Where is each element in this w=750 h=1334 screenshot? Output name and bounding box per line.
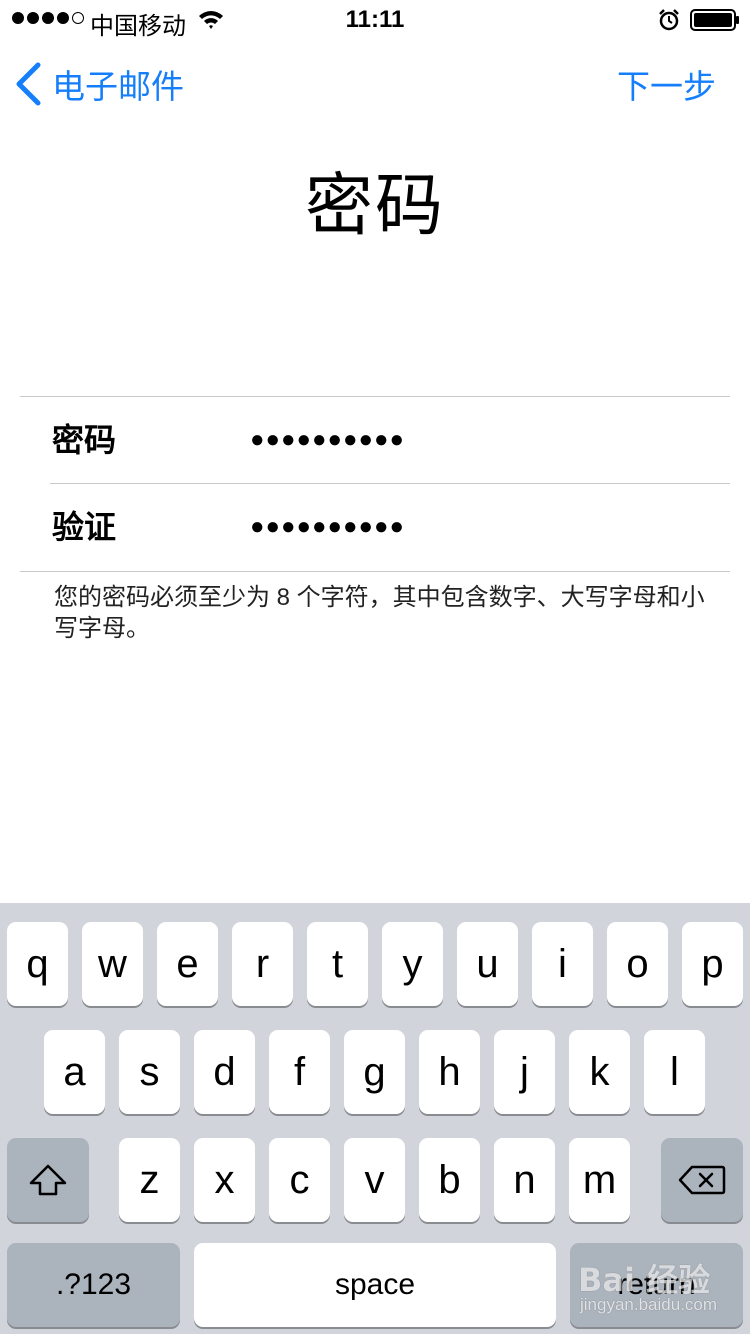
password-field[interactable]: ●●●●●●●●●● xyxy=(250,397,405,483)
key-w[interactable]: w xyxy=(82,922,143,1006)
password-row[interactable]: 密码 ●●●●●●●●●● xyxy=(0,397,750,483)
chevron-left-icon xyxy=(16,62,41,106)
key-f[interactable]: f xyxy=(269,1030,330,1114)
divider xyxy=(20,571,730,572)
back-button-label: 电子邮件 xyxy=(52,68,184,105)
key-p[interactable]: p xyxy=(682,922,743,1006)
key-j[interactable]: j xyxy=(494,1030,555,1114)
key-o[interactable]: o xyxy=(607,922,668,1006)
return-key[interactable]: return xyxy=(570,1243,743,1327)
key-k[interactable]: k xyxy=(569,1030,630,1114)
next-button[interactable]: 下一步 xyxy=(617,60,716,108)
alarm-icon xyxy=(659,9,679,31)
status-time: 11:11 xyxy=(345,6,405,33)
verify-label: 验证 xyxy=(52,509,117,545)
key-h[interactable]: h xyxy=(419,1030,480,1114)
key-s[interactable]: s xyxy=(119,1030,180,1114)
backspace-icon xyxy=(678,1165,726,1195)
back-button[interactable]: 电子邮件 xyxy=(14,60,184,108)
password-requirements-text: 您的密码必须至少为 8 个字符，其中包含数字、大写字母和小写字母。 xyxy=(54,584,705,642)
keyboard: q w e r t y u i o p a s d f g h j k l z … xyxy=(0,903,750,1334)
shift-icon xyxy=(29,1164,67,1196)
key-u[interactable]: u xyxy=(457,922,518,1006)
key-q[interactable]: q xyxy=(7,922,68,1006)
key-t[interactable]: t xyxy=(307,922,368,1006)
key-d[interactable]: d xyxy=(194,1030,255,1114)
key-c[interactable]: c xyxy=(269,1138,330,1222)
key-r[interactable]: r xyxy=(232,922,293,1006)
key-e[interactable]: e xyxy=(157,922,218,1006)
key-g[interactable]: g xyxy=(344,1030,405,1114)
key-n[interactable]: n xyxy=(494,1138,555,1222)
verify-row[interactable]: 验证 ●●●●●●●●●● xyxy=(0,484,750,570)
password-label: 密码 xyxy=(52,422,117,458)
backspace-key[interactable] xyxy=(661,1138,743,1222)
battery-icon xyxy=(690,9,739,31)
shift-key[interactable] xyxy=(7,1138,89,1222)
page-title: 密码 xyxy=(304,168,445,244)
verify-password-field[interactable]: ●●●●●●●●●● xyxy=(250,484,405,570)
numbers-key[interactable]: .?123 xyxy=(7,1243,180,1327)
space-key[interactable]: space xyxy=(194,1243,556,1327)
status-bar: 中国移动 11:11 xyxy=(0,0,750,40)
key-m[interactable]: m xyxy=(569,1138,630,1222)
key-a[interactable]: a xyxy=(44,1030,105,1114)
key-b[interactable]: b xyxy=(419,1138,480,1222)
key-i[interactable]: i xyxy=(532,922,593,1006)
key-z[interactable]: z xyxy=(119,1138,180,1222)
key-x[interactable]: x xyxy=(194,1138,255,1222)
key-y[interactable]: y xyxy=(382,922,443,1006)
key-v[interactable]: v xyxy=(344,1138,405,1222)
key-l[interactable]: l xyxy=(644,1030,705,1114)
